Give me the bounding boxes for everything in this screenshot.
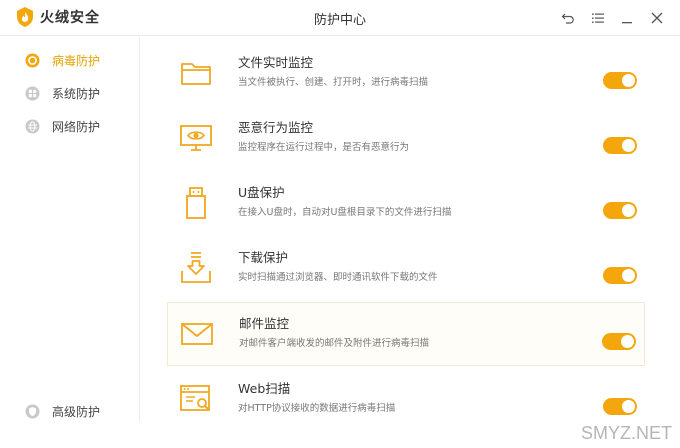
- protection-row-behavior-monitor: 恶意行为监控 监控程序在运行过程中，是否有恶意行为: [167, 107, 645, 171]
- folder-icon: [181, 63, 211, 85]
- advanced-shield-icon: [25, 404, 40, 418]
- protection-desc: 对邮件客户端收发的邮件及附件进行病毒扫描: [239, 338, 430, 349]
- usb-protection-toggle[interactable]: [603, 202, 637, 219]
- monitor-eye-icon: [180, 125, 212, 151]
- protection-title: 恶意行为监控: [238, 120, 314, 135]
- protection-row-file-monitor: 文件实时监控 当文件被执行、创建、打开时，进行病毒扫描: [167, 42, 645, 106]
- back-button[interactable]: [556, 6, 580, 30]
- web-scan-icon: [180, 385, 210, 411]
- toggle-knob: [622, 400, 635, 413]
- minimize-button[interactable]: [615, 6, 639, 30]
- sidebar-item-label: 网络防护: [52, 119, 101, 134]
- sidebar-item-network-protection[interactable]: 网络防护: [25, 116, 100, 136]
- protection-desc: 监控程序在运行过程中，是否有恶意行为: [238, 142, 410, 153]
- protection-list: 文件实时监控 当文件被执行、创建、打开时，进行病毒扫描 恶意行为监控 监控程序在…: [141, 37, 680, 448]
- protection-desc: 在接入U盘时，自动对U盘根目录下的文件进行扫描: [238, 207, 452, 218]
- sidebar-item-label: 病毒防护: [52, 53, 101, 68]
- protection-desc: 当文件被执行、创建、打开时，进行病毒扫描: [238, 77, 429, 88]
- protection-desc: 对HTTP协议接收的数据进行病毒扫描: [238, 403, 396, 414]
- protection-title: 下载保护: [238, 250, 289, 265]
- watermark: SMYZ.NET: [580, 423, 672, 443]
- toggle-knob: [622, 269, 635, 282]
- protection-row-mail-monitor: 邮件监控 对邮件客户端收发的邮件及附件进行病毒扫描: [167, 302, 645, 366]
- toggle-knob: [622, 204, 635, 217]
- virus-shield-icon: [25, 53, 40, 67]
- protection-desc: 实时扫描通过浏览器、即时通讯软件下载的文件: [238, 272, 438, 283]
- toggle-knob: [622, 139, 635, 152]
- file-monitor-toggle[interactable]: [603, 72, 637, 89]
- menu-button[interactable]: [586, 6, 610, 30]
- protection-row-download-protection: 下载保护 实时扫描通过浏览器、即时通讯软件下载的文件: [167, 237, 645, 301]
- protection-title: U盘保护: [238, 185, 285, 200]
- sidebar-item-virus-protection[interactable]: 病毒防护: [25, 50, 100, 70]
- toggle-knob: [621, 335, 634, 348]
- web-scan-toggle[interactable]: [603, 398, 637, 415]
- toggle-knob: [622, 74, 635, 87]
- system-shield-icon: [25, 86, 40, 100]
- sidebar-item-label: 系统防护: [52, 86, 101, 101]
- close-icon: [651, 12, 663, 24]
- back-icon: [561, 13, 574, 24]
- sidebar: 病毒防护 系统防护 网络防护 高级防护: [0, 37, 140, 422]
- close-button[interactable]: [645, 6, 669, 30]
- sidebar-item-system-protection[interactable]: 系统防护: [25, 83, 100, 103]
- download-protection-toggle[interactable]: [603, 267, 637, 284]
- protection-row-usb-protection: U盘保护 在接入U盘时，自动对U盘根目录下的文件进行扫描: [167, 172, 645, 236]
- protection-row-web-scan: Web扫描 对HTTP协议接收的数据进行病毒扫描: [167, 368, 645, 432]
- usb-drive-icon: [186, 187, 206, 219]
- protection-title: 文件实时监控: [238, 55, 314, 70]
- download-tray-icon: [181, 252, 211, 283]
- globe-icon: [25, 119, 40, 133]
- sidebar-item-advanced-protection[interactable]: 高级防护: [25, 401, 100, 421]
- mail-icon: [181, 323, 213, 345]
- mail-monitor-toggle[interactable]: [602, 333, 636, 350]
- protection-title: 邮件监控: [239, 316, 290, 331]
- title-bar: 火绒安全 防护中心: [0, 0, 680, 36]
- protection-title: Web扫描: [238, 381, 291, 396]
- behavior-monitor-toggle[interactable]: [603, 137, 637, 154]
- sidebar-item-label: 高级防护: [52, 404, 101, 419]
- menu-icon: [592, 13, 604, 23]
- minimize-icon: [622, 22, 632, 24]
